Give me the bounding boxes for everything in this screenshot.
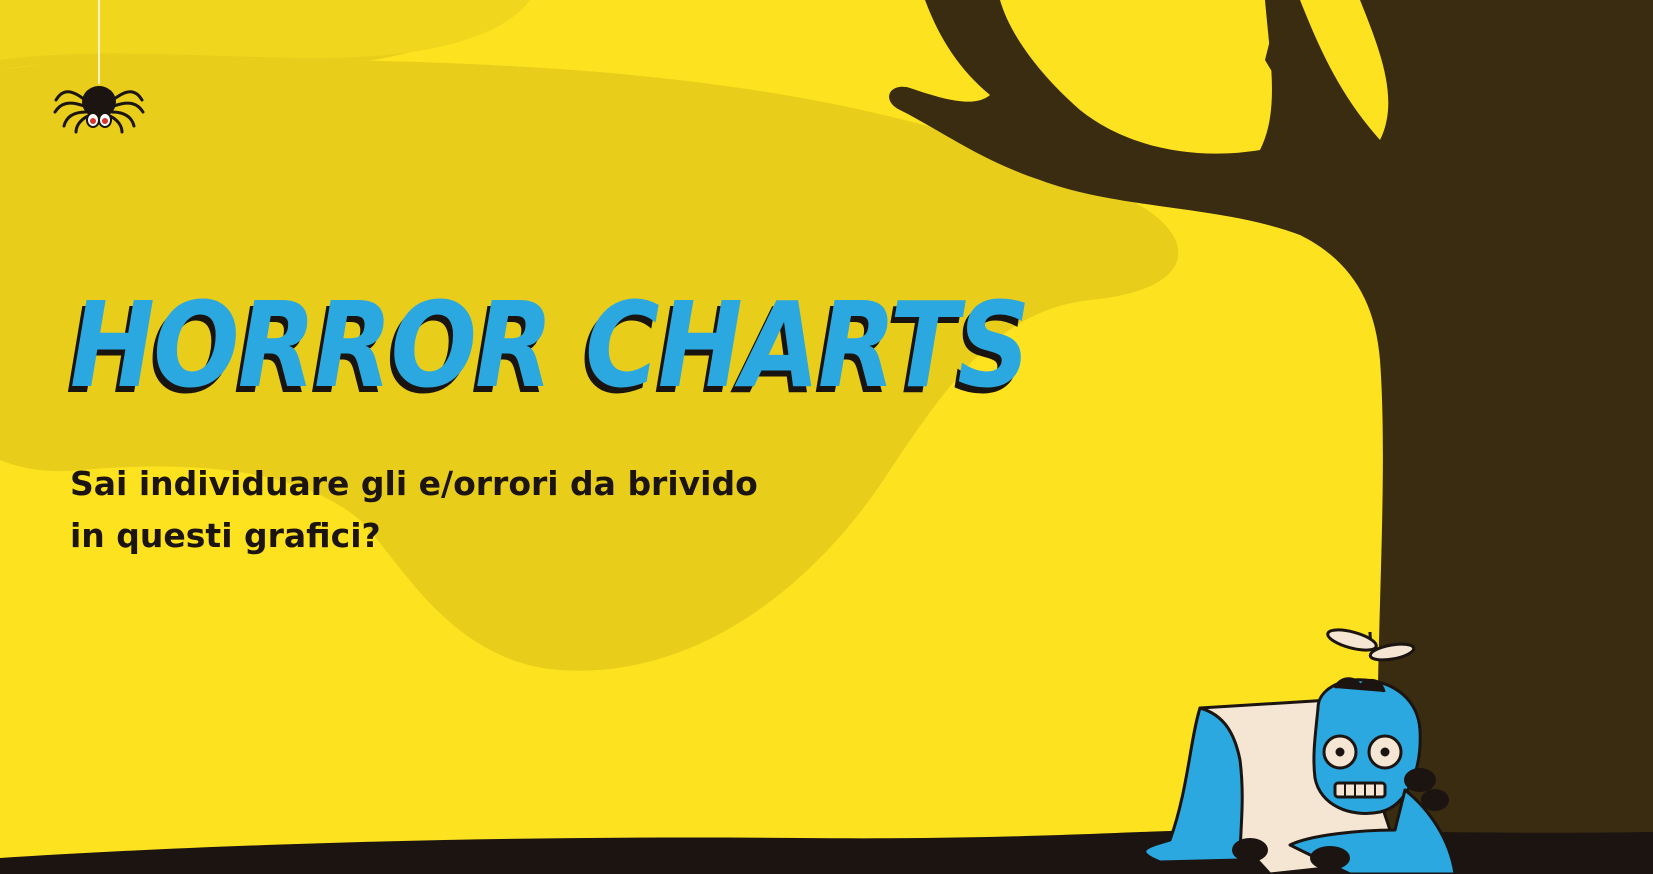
horror-charts-cover: HORROR CHARTS Sai individuare gli e/orro… bbox=[0, 0, 1653, 874]
title-block: HORROR CHARTS bbox=[70, 286, 1030, 416]
background-blob-top bbox=[0, 0, 530, 60]
subtitle-line-1: Sai individuare gli e/orrori da brivido bbox=[70, 464, 758, 503]
subtitle-line-2: in questi grafici? bbox=[70, 516, 381, 555]
background-art bbox=[0, 0, 1653, 874]
subtitle: Sai individuare gli e/orrori da brivido … bbox=[70, 458, 830, 562]
page-title: HORROR CHARTS bbox=[70, 276, 1030, 414]
